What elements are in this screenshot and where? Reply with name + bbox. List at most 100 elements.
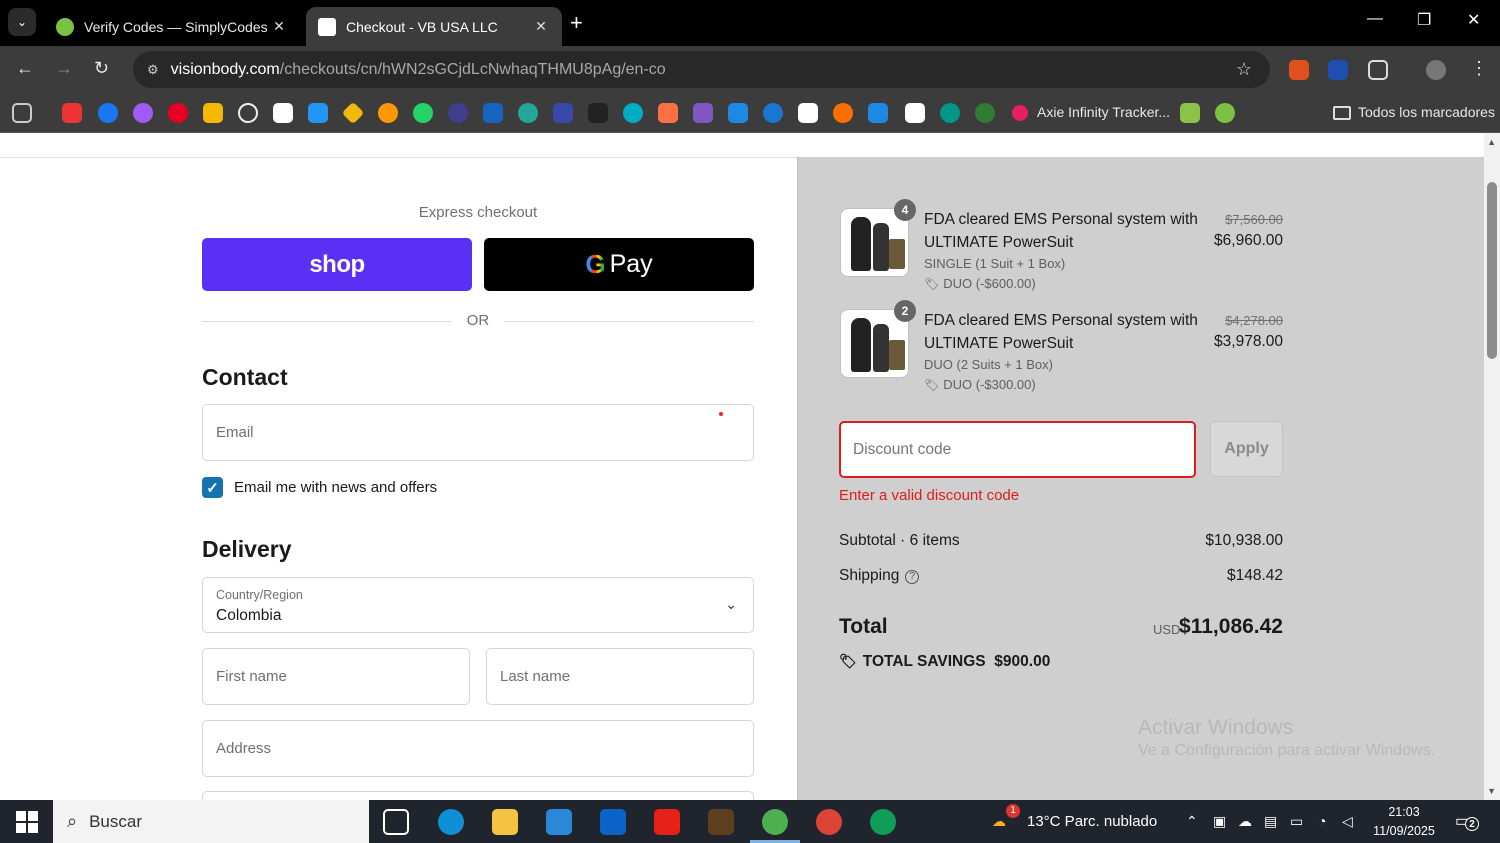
notification-center-icon[interactable]: ▭ 2 (1455, 811, 1479, 831)
bookmark-icon[interactable] (658, 103, 678, 123)
apply-discount-button[interactable]: Apply (1210, 421, 1283, 477)
cloud-icon[interactable]: ☁ (1238, 813, 1252, 830)
volume-icon[interactable]: ◁ (1342, 813, 1353, 830)
outlook-icon[interactable] (600, 809, 626, 835)
bookmark-icon[interactable] (763, 103, 783, 123)
weather-text[interactable]: 13°C Parc. nublado (1027, 813, 1157, 830)
address-bar[interactable]: ⚙ visionbody.com /checkouts/cn/hWN2sGCjd… (133, 51, 1270, 88)
reload-icon[interactable]: ↻ (94, 58, 109, 79)
minecraft-icon[interactable] (708, 809, 734, 835)
extensions-puzzle-icon[interactable] (1368, 60, 1388, 80)
bookmark-icon[interactable] (448, 103, 468, 123)
discount-code-field[interactable] (839, 421, 1196, 478)
chrome-profile-icon[interactable] (870, 809, 896, 835)
bookmark-icon[interactable] (728, 103, 748, 123)
battery-icon[interactable]: ▭ (1290, 813, 1303, 830)
axie-bookmark-label[interactable]: Axie Infinity Tracker... (1037, 104, 1170, 120)
file-explorer-icon[interactable] (492, 809, 518, 835)
profile-avatar[interactable] (1426, 60, 1446, 80)
bookmark-icon[interactable] (868, 103, 888, 123)
last-name-field[interactable] (486, 648, 754, 705)
bookmark-icon[interactable] (588, 103, 608, 123)
axie-bookmark-icon[interactable] (1012, 105, 1028, 121)
tray-app-icon[interactable]: ▣ (1213, 813, 1226, 830)
email-field[interactable] (202, 404, 754, 461)
taskbar-clock[interactable]: 21:03 11/09/2025 (1368, 803, 1440, 841)
facebook-bookmark-icon[interactable] (98, 103, 118, 123)
all-bookmarks-label[interactable]: Todos los marcadores (1358, 104, 1495, 120)
bookmark-icon[interactable] (798, 103, 818, 123)
tab-search-button[interactable]: ⌄ (8, 8, 36, 36)
amazon-bookmark-icon[interactable] (905, 103, 925, 123)
discount-text: DUO (-$600.00) (943, 276, 1036, 291)
restore-icon[interactable]: ❐ (1417, 10, 1431, 30)
email-input[interactable] (203, 405, 753, 460)
chrome-icon[interactable] (762, 809, 788, 835)
discount-code-input[interactable] (841, 423, 1194, 476)
messenger-bookmark-icon[interactable] (133, 103, 153, 123)
edge-icon[interactable] (438, 809, 464, 835)
close-window-icon[interactable]: ✕ (1467, 10, 1480, 30)
bookmark-icon[interactable] (203, 103, 223, 123)
address-line-2-field[interactable] (202, 791, 754, 800)
address-field[interactable] (202, 720, 754, 777)
youtube-app-icon[interactable] (654, 809, 680, 835)
shop-pay-button[interactable]: shop (202, 238, 472, 291)
whatsapp-bookmark-icon[interactable] (413, 103, 433, 123)
bookmark-icon[interactable] (975, 103, 995, 123)
windows-start-icon[interactable] (16, 811, 38, 833)
pinterest-bookmark-icon[interactable] (168, 103, 188, 123)
bookmark-icon[interactable] (940, 103, 960, 123)
bookmark-icon[interactable] (623, 103, 643, 123)
scroll-down-arrow-icon[interactable]: ▼ (1487, 786, 1496, 796)
weather-cloud-icon[interactable]: ☁ (992, 813, 1006, 830)
task-view-icon[interactable] (383, 809, 409, 835)
menu-kebab-icon[interactable]: ⋮ (1470, 58, 1488, 79)
apps-grid-icon[interactable] (12, 103, 32, 123)
scroll-up-arrow-icon[interactable]: ▲ (1487, 137, 1496, 147)
extension-fox-icon[interactable] (1289, 60, 1309, 80)
extension-shield-icon[interactable] (1328, 60, 1348, 80)
address-input[interactable] (203, 721, 753, 776)
bookmark-icon[interactable] (833, 103, 853, 123)
bookmark-icon[interactable] (378, 103, 398, 123)
taskbar-search[interactable]: ⌕ Buscar (53, 800, 369, 843)
store-icon[interactable] (546, 809, 572, 835)
help-circle-icon[interactable]: ? (905, 570, 920, 584)
youtube-bookmark-icon[interactable] (62, 103, 82, 123)
bookmark-star-icon[interactable]: ☆ (1236, 59, 1252, 80)
folder-icon[interactable] (1333, 106, 1351, 120)
tab-close-icon[interactable]: ✕ (532, 18, 550, 35)
bookmark-icon[interactable] (1180, 103, 1200, 123)
tab-close-icon[interactable]: ✕ (270, 18, 288, 35)
bookmark-icon[interactable] (693, 103, 713, 123)
wifi-icon[interactable]: ◔ (1318, 813, 1326, 829)
forward-arrow-icon[interactable]: → (55, 58, 73, 79)
simplycodes-bookmark-icon[interactable] (1215, 103, 1235, 123)
binance-bookmark-icon[interactable] (341, 101, 365, 125)
bookmark-icon[interactable] (483, 103, 503, 123)
bookmark-icon[interactable] (273, 103, 293, 123)
chevron-up-icon[interactable]: ⌃ (1186, 813, 1198, 830)
first-name-input[interactable] (203, 649, 469, 704)
tray-app-icon[interactable]: ▤ (1264, 813, 1277, 830)
bookmark-icon[interactable] (238, 103, 258, 123)
page-scrollbar[interactable]: ▲ ▼ (1484, 133, 1500, 800)
minimize-icon[interactable]: — (1367, 10, 1383, 28)
tab-checkout[interactable]: Checkout - VB USA LLC ✕ (306, 7, 562, 46)
scrollbar-thumb[interactable] (1487, 182, 1497, 359)
newsletter-label[interactable]: Email me with news and offers (234, 479, 437, 496)
chrome-profile-icon[interactable] (816, 809, 842, 835)
bookmark-icon[interactable] (308, 103, 328, 123)
newsletter-checkbox[interactable]: ✓ (202, 477, 223, 498)
country-select[interactable]: Country/Region Colombia ⌄ (202, 577, 754, 633)
tab-simplycodes[interactable]: Verify Codes — SimplyCodes ✕ (44, 7, 300, 46)
bookmark-icon[interactable] (553, 103, 573, 123)
back-arrow-icon[interactable]: ← (16, 58, 34, 79)
site-info-icon[interactable]: ⚙ (147, 62, 159, 78)
last-name-input[interactable] (487, 649, 753, 704)
first-name-field[interactable] (202, 648, 470, 705)
new-tab-plus-icon[interactable]: + (570, 10, 583, 36)
google-pay-button[interactable]: G Pay (484, 238, 754, 291)
bookmark-icon[interactable] (518, 103, 538, 123)
